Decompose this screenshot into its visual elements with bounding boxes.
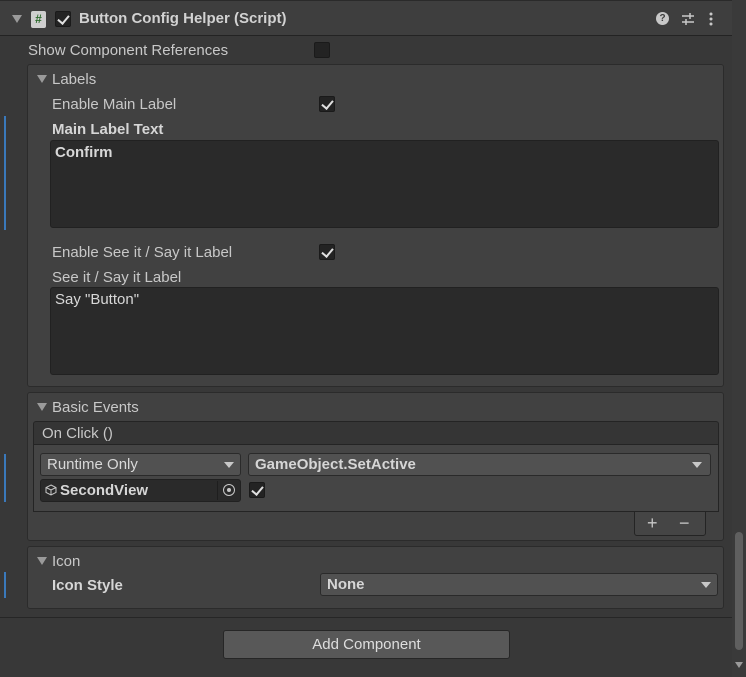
component-enabled-checkbox[interactable] [55, 11, 71, 27]
scrollbar-thumb[interactable] [735, 532, 743, 650]
basic-events-foldout-arrow[interactable] [37, 403, 47, 411]
component-title: Button Config Helper (Script) [79, 10, 287, 27]
separator [0, 617, 732, 618]
argument-checkbox[interactable] [249, 482, 265, 498]
icon-style-value: None [327, 576, 365, 593]
labels-foldout-arrow[interactable] [37, 75, 47, 83]
main-label-text-label: Main Label Text [52, 121, 164, 138]
see-it-label-label: See it / Say it Label [52, 269, 182, 286]
object-picker-icon[interactable] [217, 481, 239, 500]
icon-style-dropdown[interactable]: None [320, 573, 718, 596]
enable-see-it-checkbox[interactable] [319, 244, 335, 260]
main-label-text-field[interactable]: Confirm [50, 140, 719, 228]
component-foldout-arrow[interactable] [12, 15, 22, 23]
add-listener-button[interactable]: + [647, 513, 658, 534]
show-component-references-label: Show Component References [28, 42, 229, 59]
enable-main-label-label: Enable Main Label [52, 96, 177, 113]
function-chevron-down-icon [692, 462, 702, 468]
enable-see-it-label: Enable See it / Say it Label [52, 244, 233, 261]
icon-section-title[interactable]: Icon [52, 553, 80, 570]
icon-style-label: Icon Style [52, 577, 123, 594]
see-it-label-field[interactable]: Say "Button" [50, 287, 719, 375]
events-modified-indicator [4, 454, 6, 502]
scroll-down-arrow-icon[interactable] [735, 662, 743, 668]
icon-foldout-arrow[interactable] [37, 557, 47, 565]
show-component-references-checkbox[interactable] [314, 42, 330, 58]
add-component-button[interactable]: Add Component [223, 630, 510, 659]
gameobject-icon [45, 484, 57, 496]
runtime-mode-chevron-down-icon [224, 462, 234, 468]
event-name: On Click () [42, 425, 113, 442]
remove-listener-button[interactable]: − [679, 513, 690, 534]
script-icon: # [31, 11, 46, 28]
help-icon[interactable]: ? [656, 12, 669, 25]
enable-main-label-checkbox[interactable] [319, 96, 335, 112]
icon-modified-indicator [4, 572, 6, 598]
basic-events-title[interactable]: Basic Events [52, 399, 139, 416]
function-value: GameObject.SetActive [255, 456, 416, 473]
add-remove-bar [634, 512, 706, 536]
icon-style-chevron-down-icon [701, 582, 711, 588]
presets-icon[interactable] [681, 12, 695, 26]
function-dropdown[interactable]: GameObject.SetActive [248, 453, 711, 476]
target-object-value: SecondView [60, 482, 149, 499]
runtime-mode-value: Runtime Only [47, 456, 138, 473]
event-header [33, 421, 719, 445]
labels-modified-indicator [4, 116, 6, 230]
runtime-mode-dropdown[interactable]: Runtime Only [40, 453, 241, 476]
more-icon[interactable] [708, 12, 714, 26]
labels-section-title[interactable]: Labels [52, 71, 96, 88]
